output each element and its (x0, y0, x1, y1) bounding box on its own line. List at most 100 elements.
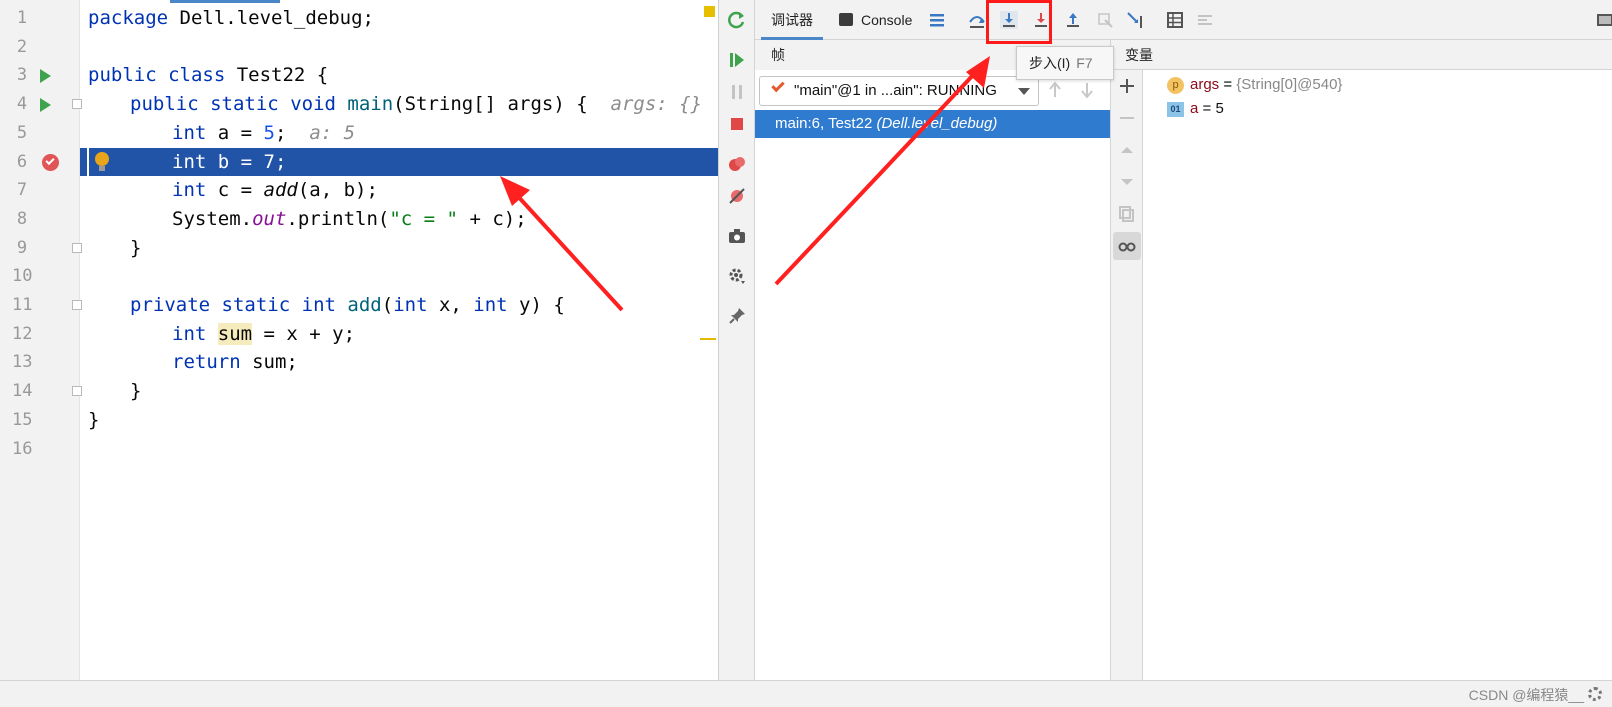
code-text: c = (206, 179, 264, 202)
menu-lines-icon[interactable] (927, 10, 947, 30)
code-text: Test22 { (225, 64, 329, 87)
gutter-line[interactable]: 10 (0, 262, 80, 291)
view-breakpoints-icon[interactable] (727, 154, 747, 174)
frame-method: main:6, Test22 (775, 115, 873, 132)
remove-watch-icon[interactable] (1117, 108, 1137, 128)
string-literal: "c = " (389, 207, 458, 230)
add-watch-icon[interactable] (1117, 76, 1137, 96)
tab-debugger[interactable]: 调试器 (761, 0, 823, 40)
previous-frame-icon[interactable] (1047, 80, 1063, 100)
gutter-line[interactable]: 12 (0, 320, 80, 349)
chevron-down-icon (1018, 88, 1030, 95)
code-text: + c); (458, 207, 527, 230)
gutter-line[interactable]: 16 (0, 435, 80, 464)
tab-console-label: Console (861, 12, 913, 28)
line-number: 11 (12, 295, 33, 315)
pause-icon[interactable] (727, 82, 747, 102)
execution-caret (87, 147, 89, 177)
rerun-icon[interactable] (727, 10, 747, 30)
gutter-line[interactable]: 14 (0, 377, 82, 406)
gutter-line[interactable]: 8 (0, 205, 80, 234)
breakpoint-icon[interactable] (42, 153, 59, 171)
code-line[interactable]: } (80, 406, 718, 435)
code-line[interactable]: public class Test22 { (80, 61, 718, 90)
keyword: public (88, 64, 157, 87)
tooltip-label: 步入(I) (1029, 55, 1071, 71)
variable-value: {String[0]@540} (1236, 76, 1343, 93)
step-out-icon[interactable] (1063, 10, 1083, 30)
evaluate-expression-icon[interactable] (1165, 10, 1185, 30)
code-area[interactable]: package Dell.level_debug; public class T… (80, 0, 718, 680)
show-watches-toggle[interactable] (1113, 232, 1141, 260)
keyword: int (172, 322, 207, 345)
code-line[interactable]: int c = add(a, b); (80, 176, 718, 205)
gutter-line[interactable]: 5 (0, 119, 80, 148)
run-to-cursor-icon[interactable] (1125, 10, 1145, 30)
code-line[interactable]: return sum; (80, 348, 718, 377)
code-line[interactable]: } (80, 234, 718, 263)
code-line[interactable]: } (80, 377, 718, 406)
gutter-line[interactable]: 6 (0, 148, 80, 177)
gutter-line[interactable]: 11 (0, 291, 82, 320)
run-class-icon[interactable] (40, 69, 51, 84)
check-icon (771, 78, 785, 93)
line-number: 16 (12, 438, 33, 459)
function-name: main (347, 93, 394, 116)
code-editor[interactable]: 1 2 3 4 5 6 7 8 9 10 11 12 13 14 15 16 p… (0, 0, 718, 680)
trace-stream-icon[interactable] (1195, 10, 1215, 30)
code-text: System. (172, 207, 253, 230)
primitive-icon: 01 (1167, 101, 1184, 117)
code-line[interactable]: public static void main(String[] args) {… (80, 90, 718, 119)
editor-gutter[interactable]: 1 2 3 4 5 6 7 8 9 10 11 12 13 14 15 16 (0, 0, 82, 680)
gear-icon[interactable] (1588, 687, 1602, 701)
move-down-icon[interactable] (1117, 172, 1137, 192)
code-text: Dell.level_debug; (168, 7, 374, 29)
run-main-icon[interactable] (40, 98, 51, 113)
line-number: 8 (16, 208, 28, 229)
tooltip-shortcut: F7 (1076, 55, 1093, 71)
gutter-line[interactable]: 4 (0, 90, 82, 119)
variables-header: 变量 (1111, 40, 1612, 70)
copy-icon[interactable] (1117, 204, 1137, 224)
stop-icon[interactable] (727, 114, 747, 134)
drop-frame-icon[interactable] (1095, 10, 1115, 30)
variable-value: 5 (1215, 100, 1224, 117)
variables-toolbar (1111, 70, 1143, 680)
gutter-line[interactable]: 7 (0, 176, 80, 205)
debugger-side-toolbar (719, 0, 755, 680)
code-line[interactable]: int a = 5; a: 5 (80, 119, 718, 148)
static-field: out (252, 207, 287, 230)
gutter-line[interactable]: 2 (0, 33, 80, 62)
thread-selector[interactable]: "main"@1 in ...ain": RUNNING (759, 76, 1039, 106)
line-number: 12 (12, 323, 33, 344)
keyword: int (473, 294, 508, 316)
camera-icon[interactable] (727, 226, 747, 246)
code-line[interactable]: int sum = x + y; (80, 320, 718, 349)
gutter-line[interactable]: 9 (0, 234, 82, 263)
stack-frame-row[interactable]: main:6, Test22 (Dell.level_debug) (755, 110, 1110, 138)
layout-settings-icon[interactable] (1595, 10, 1612, 30)
variable-row[interactable]: 01 a = 5 (1167, 98, 1224, 120)
mute-breakpoints-icon[interactable] (727, 186, 747, 206)
equals-sign: = (1198, 100, 1216, 117)
scrollbar-marker[interactable] (700, 338, 716, 340)
code-line[interactable]: System.out.println("c = " + c); (80, 205, 718, 234)
gutter-line[interactable]: 1 (0, 4, 80, 33)
resume-icon[interactable] (727, 50, 747, 70)
settings-gear-icon[interactable] (727, 266, 747, 286)
current-execution-line[interactable]: int b = 7; (80, 147, 718, 177)
keyword: int (301, 294, 336, 316)
lightbulb-icon[interactable] (95, 151, 109, 171)
code-line[interactable]: private static int add(int x, int y) { (80, 291, 718, 320)
tab-console[interactable]: Console (839, 0, 925, 40)
step-over-icon[interactable] (967, 10, 987, 30)
next-frame-icon[interactable] (1079, 80, 1095, 100)
code-line[interactable]: package Dell.level_debug; (80, 4, 718, 33)
move-up-icon[interactable] (1117, 140, 1137, 160)
gutter-line[interactable]: 13 (0, 348, 80, 377)
variable-row[interactable]: p args = {String[0]@540} (1167, 74, 1342, 96)
pin-icon[interactable] (727, 306, 747, 326)
gutter-line[interactable]: 3 (0, 61, 80, 90)
gutter-line[interactable]: 15 (0, 406, 80, 435)
inspection-status-icon[interactable] (704, 6, 715, 17)
